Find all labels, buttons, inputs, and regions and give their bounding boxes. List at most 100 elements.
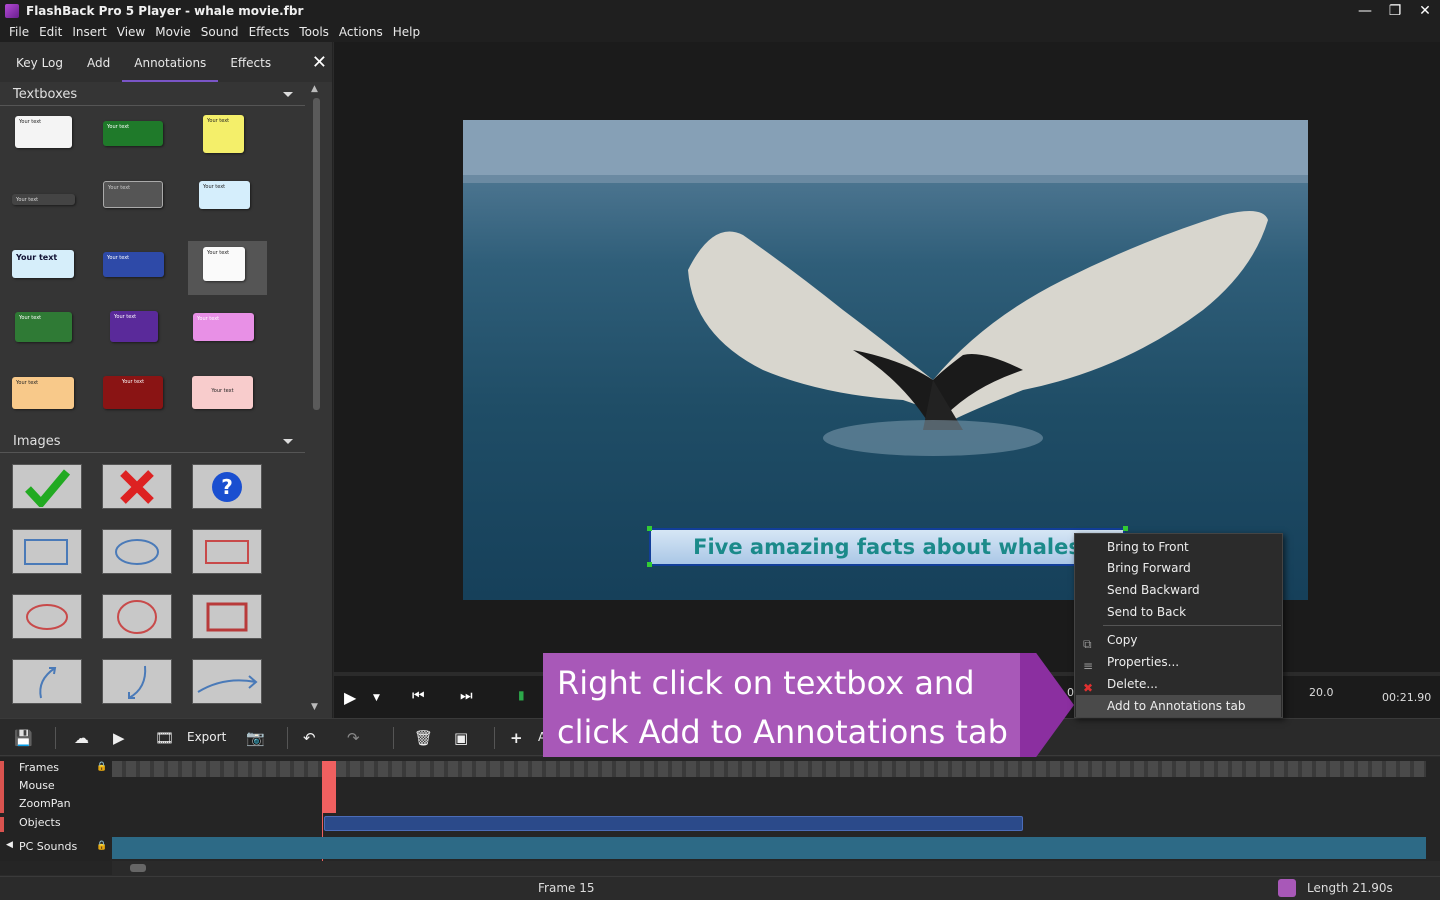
textbox-thumb[interactable]: Your text	[199, 181, 250, 209]
speaker-icon[interactable]: ◀	[6, 840, 13, 850]
red-ellipse-thumb[interactable]	[12, 594, 82, 639]
export-button[interactable]: Export	[187, 730, 226, 744]
blue-rectangle-thumb[interactable]	[12, 529, 82, 574]
marker-icon[interactable]: ▮	[518, 688, 525, 702]
menu-bring-to-front[interactable]: Bring to Front	[1076, 536, 1281, 558]
checkmark-image-thumb[interactable]	[12, 464, 82, 509]
timeline-cursor[interactable]	[322, 761, 336, 813]
timeline-hscrollbar[interactable]	[112, 861, 1440, 875]
arrow-up-thumb[interactable]	[12, 659, 82, 704]
menu-effects[interactable]: Effects	[244, 25, 295, 39]
save-icon[interactable]: 💾	[14, 729, 33, 747]
toolbar-separator	[494, 727, 495, 749]
delete-icon[interactable]: 🗑	[414, 729, 433, 747]
menu-insert[interactable]: Insert	[67, 25, 111, 39]
restore-icon[interactable]: ❐	[1380, 0, 1410, 22]
tab-annotations[interactable]: Annotations	[122, 42, 219, 82]
play-icon[interactable]: ▶	[344, 688, 356, 707]
tab-key-log[interactable]: Key Log	[4, 42, 75, 82]
menu-properties[interactable]: ≡ Properties...	[1076, 651, 1281, 673]
panel-scrollbar[interactable]: ▲ ▼	[310, 84, 322, 714]
menu-tools[interactable]: Tools	[294, 25, 334, 39]
textbox-thumb[interactable]: Your text	[15, 116, 72, 148]
menu-edit[interactable]: Edit	[34, 25, 67, 39]
tab-effects[interactable]: Effects	[218, 42, 283, 82]
track-objects[interactable]: Objects	[19, 816, 61, 829]
tab-add[interactable]: Add	[75, 42, 122, 82]
menu-delete[interactable]: ✖ Delete...	[1076, 673, 1281, 695]
chevron-down-icon[interactable]	[283, 439, 293, 444]
textbox-thumb[interactable]: Your text	[193, 313, 254, 341]
menu-bring-forward[interactable]: Bring Forward	[1076, 557, 1281, 579]
textbox-thumb[interactable]: Your text	[192, 376, 253, 409]
track-pc-sounds[interactable]: PC Sounds	[19, 840, 77, 853]
menu-add-to-annotations-tab[interactable]: Add to Annotations tab	[1076, 695, 1281, 717]
red-box-thumb[interactable]	[192, 594, 262, 639]
chevron-down-icon[interactable]	[283, 92, 293, 97]
redo-icon[interactable]: ↷	[347, 729, 360, 747]
lock-icon[interactable]: 🔒	[96, 841, 107, 851]
menu-help[interactable]: Help	[388, 25, 425, 39]
annotation-textbox[interactable]: Five amazing facts about whales	[649, 528, 1125, 566]
add-icon[interactable]: +	[510, 729, 523, 747]
textbox-thumb[interactable]: Your text	[103, 252, 164, 277]
window-controls: — ❐ ✕	[1350, 0, 1440, 22]
textbox-thumb[interactable]: Your text	[103, 376, 163, 409]
textbox-thumb[interactable]: Your text	[15, 312, 72, 342]
undo-icon[interactable]: ↶	[303, 729, 316, 747]
close-panel-icon[interactable]: ✕	[312, 52, 327, 73]
resize-handle[interactable]	[647, 562, 652, 567]
skip-start-icon[interactable]: ⏮	[412, 688, 425, 704]
play-options-icon[interactable]: ▼	[373, 693, 380, 703]
menu-file[interactable]: File	[4, 25, 34, 39]
menu-copy[interactable]: ⧉ Copy	[1076, 629, 1281, 651]
menu-actions[interactable]: Actions	[334, 25, 388, 39]
resize-handle[interactable]	[1123, 526, 1128, 531]
youtube-icon[interactable]: ▶	[113, 729, 125, 747]
track-zoompan[interactable]: ZoomPan	[19, 797, 71, 810]
images-header[interactable]: Images	[0, 431, 305, 453]
minimize-icon[interactable]: —	[1350, 0, 1380, 22]
textbox-thumb[interactable]: Your text	[12, 194, 75, 205]
camera-icon[interactable]: 📷	[246, 729, 265, 747]
video-frame[interactable]: Five amazing facts about whales	[463, 120, 1308, 600]
textbox-thumb[interactable]: Your text	[203, 115, 244, 153]
export-icon[interactable]: 🎞	[155, 729, 174, 747]
upload-icon[interactable]: ☁	[74, 729, 89, 747]
track-frames[interactable]: Frames	[19, 761, 59, 774]
callout-line-2: click Add to Annotations tab	[557, 713, 1008, 751]
sound-clip[interactable]	[112, 837, 1426, 859]
lock-icon[interactable]: 🔒	[96, 762, 107, 772]
resize-handle[interactable]	[647, 526, 652, 531]
textboxes-header[interactable]: Textboxes	[0, 84, 305, 106]
blue-ellipse-thumb[interactable]	[102, 529, 172, 574]
red-rectangle-thumb[interactable]	[192, 529, 262, 574]
textbox-thumb[interactable]: Your text	[203, 247, 245, 281]
scroll-down-icon[interactable]: ▼	[311, 702, 318, 712]
track-mouse[interactable]: Mouse	[19, 779, 55, 792]
circle-shape-icon	[117, 599, 157, 634]
scroll-thumb[interactable]	[313, 98, 320, 410]
red-circle-thumb[interactable]	[102, 594, 172, 639]
object-clip[interactable]	[324, 816, 1023, 831]
textbox-thumb[interactable]: Your text	[103, 181, 163, 208]
trim-icon[interactable]: ▣	[454, 729, 468, 747]
textbox-thumb[interactable]: Your text	[110, 311, 158, 342]
hscroll-thumb[interactable]	[130, 864, 146, 872]
question-image-thumb[interactable]: ?	[192, 464, 262, 509]
close-icon[interactable]: ✕	[1410, 0, 1440, 22]
menu-movie[interactable]: Movie	[150, 25, 196, 39]
menu-send-backward[interactable]: Send Backward	[1076, 579, 1281, 601]
frames-strip[interactable]	[112, 761, 1426, 777]
skip-end-icon[interactable]: ⏭	[460, 688, 473, 704]
arrow-down-thumb[interactable]	[102, 659, 172, 704]
scroll-up-icon[interactable]: ▲	[311, 84, 318, 94]
textbox-thumb[interactable]: Your text	[12, 250, 74, 278]
arrow-right-thumb[interactable]	[192, 659, 262, 704]
menu-send-to-back[interactable]: Send to Back	[1076, 601, 1281, 623]
menu-view[interactable]: View	[112, 25, 150, 39]
menu-sound[interactable]: Sound	[196, 25, 244, 39]
x-mark-image-thumb[interactable]	[102, 464, 172, 509]
textbox-thumb[interactable]: Your text	[103, 121, 163, 146]
textbox-thumb[interactable]: Your text	[12, 377, 74, 409]
